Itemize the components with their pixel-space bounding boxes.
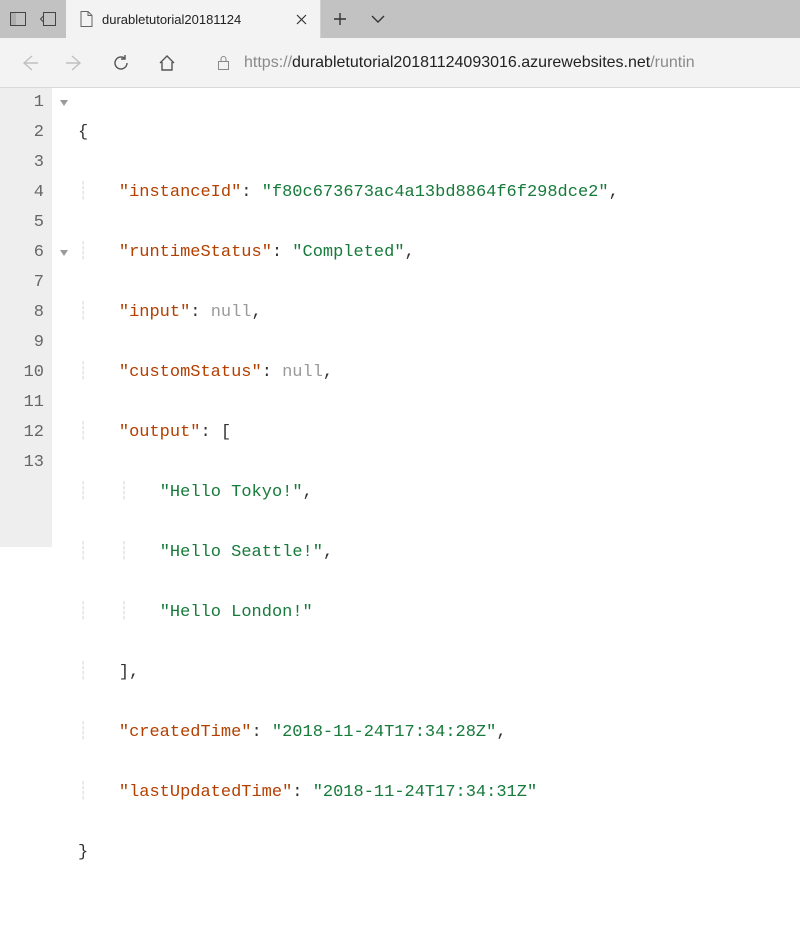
tab-menu-button[interactable] [359, 0, 397, 38]
line-number: 5 [0, 208, 44, 238]
tabs-aside-icon[interactable] [4, 4, 32, 34]
line-number-gutter: 1 2 3 4 5 6 7 8 9 10 11 12 13 [0, 88, 52, 547]
code-line: ┊ ], [78, 658, 800, 688]
json-viewer: 1 2 3 4 5 6 7 8 9 10 11 12 13 { ┊ "insta… [0, 88, 800, 547]
code-line: { [78, 118, 800, 148]
line-number: 10 [0, 358, 44, 388]
code-line: ┊ "input": null, [78, 298, 800, 328]
url-host: durabletutorial20181124093016.azurewebsi… [292, 54, 650, 72]
url-protocol: https:// [244, 54, 292, 72]
line-number: 7 [0, 268, 44, 298]
tab-title: durabletutorial20181124 [102, 12, 284, 27]
address-bar[interactable]: https://durabletutorial20181124093016.az… [204, 46, 792, 80]
line-number: 2 [0, 118, 44, 148]
nav-toolbar: https://durabletutorial20181124093016.az… [0, 38, 800, 88]
fold-gutter [52, 88, 76, 547]
url-path: /runtin [650, 54, 694, 72]
line-number: 13 [0, 448, 44, 478]
window-controls [0, 0, 66, 38]
home-button[interactable] [146, 42, 188, 84]
code-line: ┊ "output": [ [78, 418, 800, 448]
line-number: 11 [0, 388, 44, 418]
code-line: ┊ "customStatus": null, [78, 358, 800, 388]
fold-toggle[interactable] [52, 88, 76, 118]
line-number: 8 [0, 298, 44, 328]
code-line: ┊ "runtimeStatus": "Completed", [78, 238, 800, 268]
browser-tab[interactable]: durabletutorial20181124 [66, 0, 321, 38]
code-line: ┊ ┊ "Hello London!" [78, 598, 800, 628]
line-number: 3 [0, 148, 44, 178]
code-line: ┊ "instanceId": "f80c673673ac4a13bd8864f… [78, 178, 800, 208]
code-content[interactable]: { ┊ "instanceId": "f80c673673ac4a13bd886… [76, 88, 800, 547]
set-aside-icon[interactable] [34, 4, 62, 34]
close-icon[interactable] [292, 10, 310, 28]
refresh-button[interactable] [100, 42, 142, 84]
code-line: ┊ "createdTime": "2018-11-24T17:34:28Z", [78, 718, 800, 748]
fold-toggle[interactable] [52, 238, 76, 268]
file-icon [78, 11, 94, 27]
forward-button[interactable] [54, 42, 96, 84]
titlebar: durabletutorial20181124 [0, 0, 800, 38]
code-line: ┊ "lastUpdatedTime": "2018-11-24T17:34:3… [78, 778, 800, 808]
code-line: ┊ ┊ "Hello Tokyo!", [78, 478, 800, 508]
line-number: 6 [0, 238, 44, 268]
lock-icon [212, 55, 234, 70]
new-tab-button[interactable] [321, 0, 359, 38]
code-line: } [78, 838, 800, 868]
line-number: 1 [0, 88, 44, 118]
back-button[interactable] [8, 42, 50, 84]
line-number: 9 [0, 328, 44, 358]
line-number: 4 [0, 178, 44, 208]
line-number: 12 [0, 418, 44, 448]
code-line: ┊ ┊ "Hello Seattle!", [78, 538, 800, 568]
